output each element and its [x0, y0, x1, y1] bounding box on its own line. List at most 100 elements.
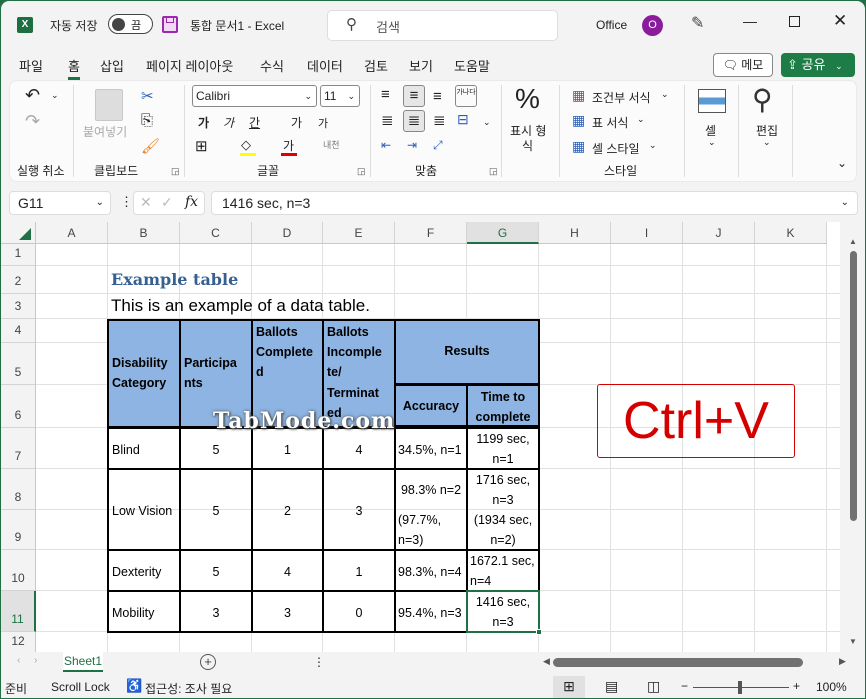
cell-ballots-incomplete[interactable]: 3	[322, 468, 396, 551]
cell-category[interactable]: Low Vision	[107, 468, 181, 551]
active-cell[interactable]: 1416 sec, n=3	[466, 590, 540, 633]
share-button[interactable]: ⇪ 공유 ⌄	[781, 53, 855, 77]
paste-label[interactable]: 붙여넣기	[83, 123, 127, 140]
column-header-b[interactable]: B	[108, 222, 180, 244]
decrease-indent-icon[interactable]: ⇤	[381, 138, 391, 152]
enter-icon[interactable]: ✓	[161, 194, 173, 211]
chevron-down-icon[interactable]: ⌄	[763, 137, 771, 148]
bold-button[interactable]: 가	[198, 114, 209, 131]
tab-file[interactable]: 파일	[19, 56, 43, 75]
cell-time[interactable]: 1716 sec, n=3 (1934 sec, n=2)	[466, 468, 540, 551]
next-sheet-icon[interactable]: ›	[34, 655, 37, 666]
column-header-e[interactable]: E	[323, 222, 395, 244]
cell-ballots-complete[interactable]: 4	[251, 549, 324, 592]
dialog-launcher-icon[interactable]: ◲	[357, 166, 366, 177]
sheet-subtitle[interactable]: This is an example of a data table.	[108, 294, 611, 319]
tab-split-handle[interactable]: ⋮	[313, 655, 325, 669]
zoom-in-button[interactable]: +	[793, 679, 800, 693]
tab-formulas[interactable]: 수식	[260, 56, 284, 75]
zoom-out-button[interactable]: −	[681, 679, 688, 693]
italic-button[interactable]: 가	[223, 114, 234, 131]
accessibility-status[interactable]: 접근성: 조사 필요	[145, 680, 232, 697]
align-bottom-icon[interactable]: ≡	[433, 88, 442, 105]
tab-help[interactable]: 도움말	[454, 56, 490, 75]
column-header-k[interactable]: K	[755, 222, 827, 244]
expand-formula-icon[interactable]: ⌄	[841, 192, 849, 214]
cell-participants[interactable]: 5	[179, 468, 253, 551]
zoom-slider[interactable]	[693, 681, 789, 694]
align-left-icon[interactable]: ≣	[381, 111, 394, 129]
align-top-icon[interactable]: ≡	[381, 86, 390, 103]
cell-ballots-incomplete[interactable]: 1	[322, 549, 396, 592]
chevron-down-icon[interactable]: ⌄	[649, 140, 657, 151]
undo-icon[interactable]: ↶	[25, 85, 40, 106]
header-accuracy[interactable]: Accuracy	[394, 384, 468, 427]
row-header-3[interactable]: 3	[1, 294, 36, 319]
cell-styles-button[interactable]: 셀 스타일	[592, 140, 640, 157]
cell-participants[interactable]: 5	[179, 549, 253, 592]
row-header-6[interactable]: 6	[1, 385, 36, 428]
merge-center-icon[interactable]: ⊟	[457, 111, 469, 128]
vertical-scrollbar[interactable]: ▲ ▼	[847, 237, 859, 649]
font-name-select[interactable]: Calibri ⌄	[192, 85, 317, 107]
column-header-f[interactable]: F	[395, 222, 467, 244]
account-name[interactable]: Office	[596, 18, 627, 32]
page-break-view-icon[interactable]: ◫	[647, 678, 660, 695]
chevron-down-icon[interactable]: ⌄	[661, 89, 669, 100]
table-format-icon[interactable]: ▦	[572, 112, 585, 129]
orientation-icon[interactable]: ⤢	[433, 138, 443, 153]
phonetic-button[interactable]: 내천	[323, 138, 340, 151]
number-format-label-2[interactable]: 식	[522, 137, 533, 154]
tab-data[interactable]: 데이터	[307, 56, 343, 75]
cell-accuracy[interactable]: 95.4%, n=3	[394, 590, 468, 633]
cell-ballots-complete[interactable]: 2	[251, 468, 324, 551]
cancel-icon[interactable]: ✕	[140, 194, 152, 211]
sheet-tab-sheet1[interactable]: Sheet1	[63, 651, 103, 672]
increase-indent-icon[interactable]: ⇥	[407, 138, 417, 152]
accessibility-icon[interactable]: ♿	[126, 678, 142, 694]
header-time[interactable]: Time to complete	[466, 384, 540, 427]
memo-button[interactable]: 🗨 메모	[713, 53, 773, 77]
dialog-launcher-icon[interactable]: ◲	[171, 166, 180, 177]
tab-page-layout[interactable]: 페이지 레이아웃	[146, 56, 233, 75]
align-middle-button[interactable]: ≡	[403, 85, 425, 107]
maximize-icon[interactable]	[789, 16, 800, 27]
cell-category[interactable]: Dexterity	[107, 549, 181, 592]
cut-icon[interactable]: ✂	[141, 87, 154, 105]
underline-button[interactable]: 간	[249, 114, 260, 131]
worksheet-grid[interactable]: A B C D E F G H I J K 1 2 3 4 5 6 7 8 9 10 11 12 Example table T…	[1, 222, 840, 652]
cell-ballots-complete[interactable]: 3	[251, 590, 324, 633]
tab-home[interactable]: 홈	[68, 56, 80, 80]
header-disability[interactable]: Disability Category	[107, 319, 181, 428]
close-icon[interactable]: ✕	[833, 11, 847, 31]
cell-participants[interactable]: 3	[179, 590, 253, 633]
font-color-icon[interactable]: 가	[283, 137, 294, 154]
chevron-down-icon[interactable]: ⌄	[483, 117, 491, 128]
row-header-2[interactable]: 2	[1, 266, 36, 294]
column-header-i[interactable]: I	[611, 222, 683, 244]
pen-icon[interactable]: ✎	[691, 13, 704, 33]
column-header-c[interactable]: C	[180, 222, 252, 244]
row-header-8[interactable]: 8	[1, 469, 36, 510]
zoom-level[interactable]: 100%	[816, 680, 847, 694]
autosave-toggle[interactable]: 끔	[108, 14, 153, 34]
row-header-11[interactable]: 11	[1, 591, 36, 632]
copy-icon[interactable]: ⎘	[141, 112, 153, 129]
scroll-up-icon[interactable]: ▲	[849, 237, 857, 246]
column-header-j[interactable]: J	[683, 222, 755, 244]
add-sheet-button[interactable]: +	[200, 654, 216, 670]
shrink-font-button[interactable]: 가	[318, 115, 328, 131]
row-header-9[interactable]: 9	[1, 510, 36, 550]
formula-input[interactable]: 1416 sec, n=3 ⌄	[211, 191, 858, 215]
cell-accuracy[interactable]: 98.3% n=2 (97.7%, n=3)	[394, 468, 468, 551]
align-center-button[interactable]: ≣	[403, 110, 425, 132]
cells-icon[interactable]	[698, 89, 726, 113]
insert-function-icon[interactable]: fx	[185, 194, 198, 210]
cell-time[interactable]: 1199 sec, n=1	[466, 427, 540, 470]
cell-time[interactable]: 1672.1 sec, n=4	[466, 549, 540, 592]
cell-accuracy[interactable]: 98.3%, n=4	[394, 549, 468, 592]
sheet-title[interactable]: Example table	[108, 266, 467, 294]
column-header-d[interactable]: D	[252, 222, 323, 244]
editing-search-icon[interactable]: ⚲	[752, 83, 773, 116]
cell-styles-icon[interactable]: ▦	[572, 138, 585, 155]
